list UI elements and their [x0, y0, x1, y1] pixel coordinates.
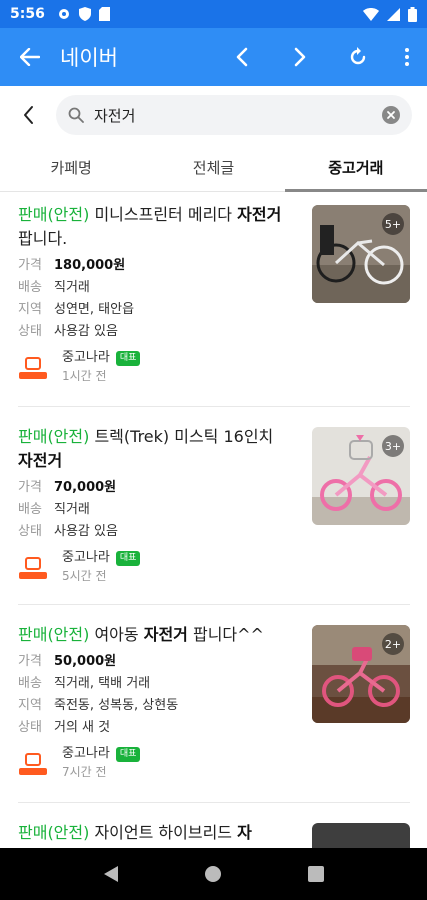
- post-time: 7시간 전: [62, 765, 107, 779]
- cafe-logo-icon: [19, 753, 47, 775]
- safe-tag: 판매(안전): [18, 823, 90, 842]
- cafe-info: 중고나라 대표 5시간 전: [18, 549, 410, 585]
- listing-title: 판매(안전) 여아동 자전거 팝니다^^: [18, 625, 264, 644]
- keyword-highlight: 자전거: [143, 625, 188, 644]
- price-value: 180,000원: [54, 258, 126, 273]
- cafe-name: 중고나라: [62, 550, 110, 565]
- photo-count-badge: 2+: [382, 633, 404, 655]
- nav-recents-icon[interactable]: [308, 866, 325, 882]
- status-icons-left: [57, 7, 110, 21]
- divider: [18, 604, 410, 605]
- keyword-highlight: 자: [237, 823, 252, 842]
- cafe-logo-icon: [19, 557, 47, 579]
- nav-home-icon[interactable]: [204, 865, 222, 883]
- list-item[interactable]: 판매(안전) 자이언트 하이브리드 자: [18, 821, 410, 848]
- listing-thumbnail[interactable]: 2+: [312, 625, 410, 723]
- more-vert-icon: [405, 48, 409, 66]
- browser-app-bar: 네이버: [0, 28, 427, 86]
- search-row: 자전거: [0, 86, 427, 144]
- clear-icon[interactable]: [382, 106, 400, 124]
- chevron-right-icon: [294, 47, 306, 67]
- listing-thumbnail[interactable]: 5+: [312, 205, 410, 303]
- search-query: 자전거: [94, 106, 136, 125]
- listing-title: 판매(안전) 미니스프린터 메리다 자전거 팝니다.: [18, 205, 282, 248]
- chevron-left-icon: [23, 106, 33, 124]
- tab-all-posts[interactable]: 전체글: [142, 144, 284, 191]
- search-input[interactable]: 자전거: [56, 95, 412, 135]
- tab-cafe-name[interactable]: 카페명: [0, 144, 142, 191]
- back-arrow-icon: [20, 48, 40, 66]
- cafe-name: 중고나라: [62, 746, 110, 761]
- status-icons-right: [363, 6, 417, 22]
- refresh-icon: [350, 47, 366, 65]
- status-time: 5:56: [10, 6, 45, 22]
- price-value: 70,000원: [54, 480, 117, 495]
- listing-thumbnail[interactable]: [312, 823, 410, 848]
- cafe-info: 중고나라 대표 1시간 전: [18, 349, 410, 385]
- wifi-icon: [363, 7, 379, 21]
- safe-tag: 판매(안전): [18, 625, 90, 644]
- tab-used-trade[interactable]: 중고거래: [284, 144, 427, 192]
- cafe-logo-icon: [19, 357, 47, 379]
- sd-card-icon: [98, 7, 110, 21]
- safe-tag: 판매(안전): [18, 205, 90, 224]
- photo-count-badge: 5+: [382, 213, 404, 235]
- divider: [18, 406, 410, 407]
- post-time: 5시간 전: [62, 569, 107, 583]
- chevron-left-icon: [236, 47, 248, 67]
- search-tabs: 카페명 전체글 중고거래: [0, 144, 427, 192]
- listing-thumbnail[interactable]: 3+: [312, 427, 410, 525]
- cafe-badge: 대표: [115, 350, 141, 366]
- listing-title: 판매(안전) 트렉(Trek) 미스틱 16인치 자전거: [18, 427, 274, 470]
- system-nav-bar: [0, 848, 427, 900]
- cafe-badge: 대표: [115, 746, 141, 762]
- keyword-highlight: 자전거: [237, 205, 282, 224]
- cafe-badge: 대표: [115, 550, 141, 566]
- safe-tag: 판매(안전): [18, 427, 90, 446]
- battery-icon: [408, 6, 417, 22]
- back-button[interactable]: [0, 28, 60, 86]
- status-bar: 5:56: [0, 0, 427, 28]
- settings-icon: [58, 9, 69, 19]
- price-value: 50,000원: [54, 654, 117, 669]
- search-icon: [68, 107, 84, 123]
- nav-back-icon[interactable]: [103, 865, 119, 883]
- divider: [18, 802, 410, 803]
- condition-row: 상태 사용감 있음: [18, 324, 118, 339]
- list-item[interactable]: 판매(안전) 미니스프린터 메리다 자전거 팝니다. 가격 180,000원 배송…: [18, 203, 410, 385]
- keyword-highlight: 자전거: [18, 451, 63, 470]
- signal-icon: [387, 7, 400, 21]
- listing-title: 판매(안전) 자이언트 하이브리드 자: [18, 823, 252, 842]
- list-item[interactable]: 판매(안전) 여아동 자전거 팝니다^^ 가격 50,000원 배송 직거래, 택배…: [18, 623, 410, 781]
- list-item[interactable]: 판매(안전) 트렉(Trek) 미스틱 16인치 자전거 가격 70,000원 배…: [18, 425, 410, 585]
- more-menu-button[interactable]: [387, 28, 427, 86]
- app-title: 네이버: [60, 46, 118, 70]
- post-time: 1시간 전: [62, 369, 107, 383]
- search-back-button[interactable]: [0, 86, 56, 144]
- cafe-info: 중고나라 대표 7시간 전: [18, 745, 410, 781]
- cafe-name: 중고나라: [62, 350, 110, 365]
- page-forward-button[interactable]: [271, 28, 329, 86]
- refresh-button[interactable]: [329, 28, 387, 86]
- photo-count-badge: 3+: [382, 435, 404, 457]
- page-back-button[interactable]: [213, 28, 271, 86]
- shield-icon: [78, 7, 91, 21]
